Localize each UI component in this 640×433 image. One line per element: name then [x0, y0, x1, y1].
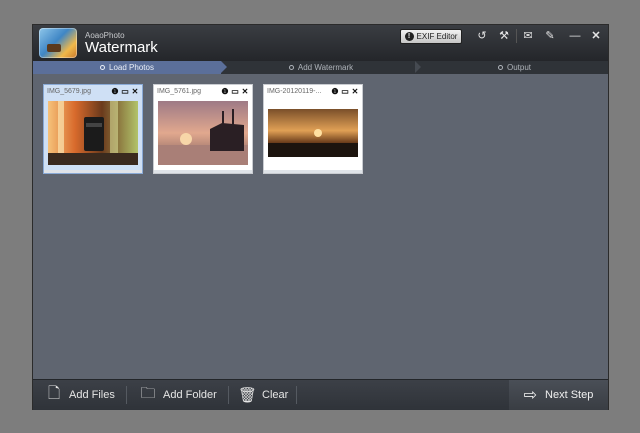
remove-icon[interactable]: ✕ [351, 87, 359, 96]
exif-editor-label: EXIF Editor [416, 32, 458, 41]
toolbar-divider [126, 386, 127, 404]
add-folder-label: Add Folder [163, 389, 217, 401]
title-bar[interactable]: AoaoPhoto Watermark ! EXIF Editor ↺ ⚒ ✉ … [33, 25, 608, 61]
preview-icon[interactable]: ▭ [341, 87, 349, 96]
info-icon[interactable]: ❶ [331, 87, 339, 96]
step-dot-icon [497, 65, 503, 70]
photo-thumbnail[interactable]: IMG_5679.jpg ❶ ▭ ✕ [43, 84, 143, 174]
info-icon: ! [404, 32, 414, 41]
next-step-label: Next Step [545, 389, 594, 401]
step-dot-icon [288, 65, 294, 70]
info-icon[interactable]: ❶ [111, 87, 119, 96]
add-file-icon: 🗋 [47, 384, 61, 402]
photo-image [158, 101, 248, 165]
remove-icon[interactable]: ✕ [241, 87, 249, 96]
photo-thumbnail[interactable]: IMG-20120119-... ❶ ▭ ✕ [263, 84, 363, 174]
step-label: Load Photos [109, 63, 154, 72]
photo-image [48, 101, 138, 165]
photo-thumbnail[interactable]: IMG_5761.jpg ❶ ▭ ✕ [153, 84, 253, 174]
preview-icon[interactable]: ▭ [231, 87, 239, 96]
photo-image [268, 109, 358, 157]
comment-icon[interactable]: ✉ [520, 28, 536, 44]
toolbar-divider [296, 386, 297, 404]
next-step-button[interactable]: ⇨ Next Step [509, 380, 608, 410]
thumbnail-footer [154, 170, 252, 173]
thumbnail-actions: ❶ ▭ ✕ [111, 87, 139, 96]
app-logo [39, 28, 77, 58]
info-icon[interactable]: ❶ [221, 87, 229, 96]
app-title: Watermark [85, 39, 158, 56]
add-files-button[interactable]: 🗋 Add Files [45, 380, 115, 410]
step-load-photos[interactable]: Load Photos [33, 61, 227, 74]
step-label: Output [506, 63, 531, 72]
thumbnail-footer [44, 170, 142, 173]
minimize-icon[interactable]: — [567, 28, 583, 44]
clear-label: Clear [262, 389, 289, 401]
step-add-watermark[interactable]: Add Watermark [227, 61, 415, 74]
step-output[interactable]: Output [421, 61, 608, 74]
arrow-right-icon: ⇨ [523, 387, 538, 404]
photo-filename: IMG-20120119-... [267, 88, 322, 95]
add-folder-icon: 🗀 [140, 384, 156, 402]
toolbar-divider [516, 29, 517, 43]
step-label: Add Watermark [297, 63, 354, 72]
photo-filename: IMG_5761.jpg [157, 88, 201, 95]
step-dot-icon [100, 65, 106, 70]
app-window: AoaoPhoto Watermark ! EXIF Editor ↺ ⚒ ✉ … [32, 24, 609, 410]
close-icon[interactable]: ✕ [588, 28, 604, 44]
thumbnail-footer [264, 170, 362, 173]
photo-filename: IMG_5679.jpg [47, 88, 91, 95]
exif-editor-button[interactable]: ! EXIF Editor [400, 29, 462, 44]
remove-icon[interactable]: ✕ [131, 87, 139, 96]
register-icon[interactable]: ✎ [542, 28, 558, 44]
thumbnail-actions: ❶ ▭ ✕ [331, 87, 359, 96]
toolbar-divider [228, 386, 229, 404]
add-files-label: Add Files [69, 389, 115, 401]
photo-grid: IMG_5679.jpg ❶ ▭ ✕ IMG_5761.jpg ❶ ▭ ✕ IM… [33, 74, 608, 379]
step-progress-bar: Load Photos Add Watermark Output [33, 61, 608, 74]
undo-icon[interactable]: ↺ [474, 28, 490, 44]
add-folder-button[interactable]: 🗀 Add Folder [139, 380, 217, 410]
thumbnail-actions: ❶ ▭ ✕ [221, 87, 249, 96]
clear-button[interactable]: 🗑 Clear [238, 380, 288, 410]
bottom-toolbar: 🗋 Add Files 🗀 Add Folder 🗑 Clear ⇨ Next … [33, 379, 608, 410]
trash-icon: 🗑 [238, 387, 258, 404]
preview-icon[interactable]: ▭ [121, 87, 129, 96]
tools-icon[interactable]: ⚒ [496, 28, 512, 44]
